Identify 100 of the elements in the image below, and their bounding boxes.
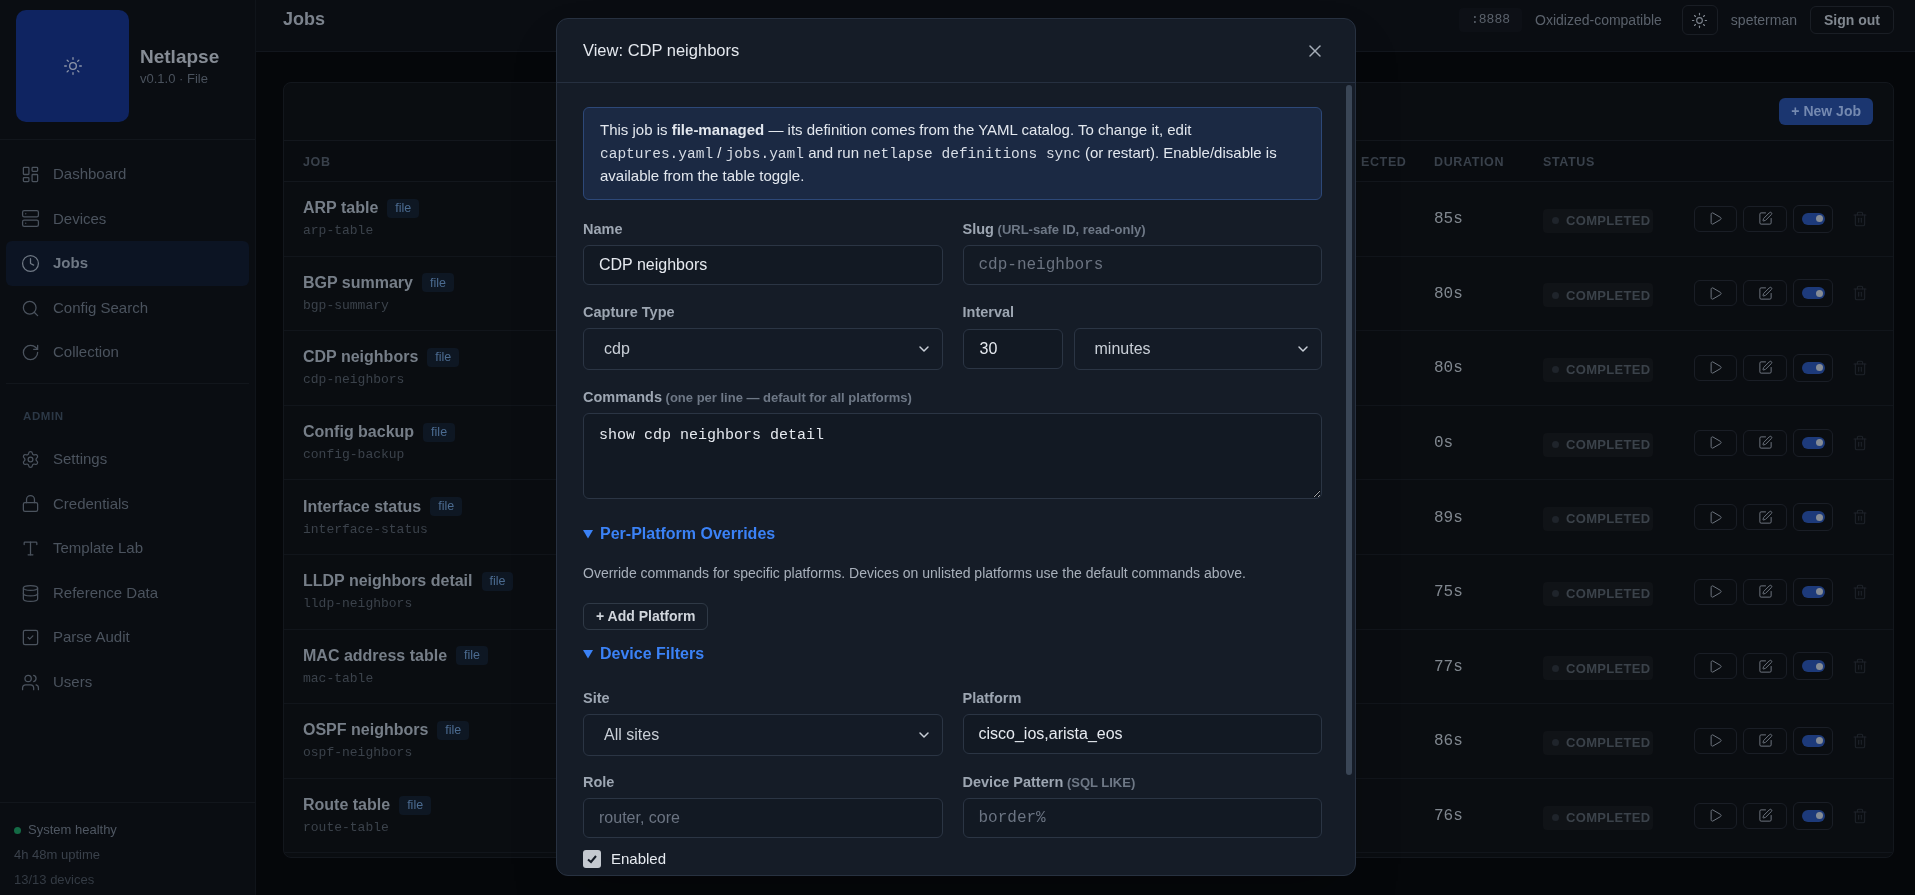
clock-icon <box>21 254 40 273</box>
section-toggle[interactable]: Per-Platform Overrides <box>583 522 776 545</box>
duration-value: 80s <box>1434 284 1463 303</box>
section-toggle[interactable]: Device Filters <box>583 642 705 665</box>
pattern-field[interactable]: border% <box>962 797 1322 838</box>
run-button[interactable] <box>1694 578 1737 605</box>
edit-button[interactable] <box>1743 355 1787 381</box>
logo-icon <box>16 10 129 122</box>
select-field[interactable]: All sites <box>583 713 943 756</box>
run-button[interactable] <box>1694 429 1737 456</box>
play-icon <box>1708 733 1723 749</box>
duration-value: 0s <box>1434 434 1454 453</box>
edit-button[interactable] <box>1743 280 1787 307</box>
file-tag: file <box>427 348 460 367</box>
play-icon <box>1708 360 1723 376</box>
trash-icon <box>1852 583 1868 600</box>
run-button[interactable] <box>1694 802 1737 829</box>
edit-button[interactable] <box>1743 205 1787 232</box>
file-tag: file <box>437 720 470 740</box>
delete-button[interactable] <box>1851 582 1869 601</box>
enable-toggle-button[interactable] <box>1793 577 1833 606</box>
delete-button[interactable] <box>1851 284 1869 303</box>
enable-toggle-button[interactable] <box>1793 726 1833 755</box>
enable-toggle-button[interactable] <box>1793 801 1833 830</box>
nav-item[interactable]: Settings <box>6 436 249 482</box>
job-slug: lldp-neighbors <box>303 596 413 613</box>
delete-button[interactable] <box>1851 359 1869 377</box>
text-field[interactable]: router, core <box>583 797 943 838</box>
job-slug: cdp-neighbors <box>303 372 405 389</box>
column-header: JOB <box>303 155 331 169</box>
name-field[interactable]: CDP neighbors <box>583 244 943 285</box>
run-button[interactable] <box>1694 727 1737 754</box>
duration-value: 77s <box>1434 657 1463 676</box>
edit-button[interactable] <box>1743 504 1787 531</box>
run-button[interactable] <box>1694 355 1737 381</box>
sign-out-button[interactable]: Sign out <box>1810 6 1894 34</box>
nav-item[interactable]: Template Lab <box>6 526 249 571</box>
interval-field[interactable]: 30 <box>962 328 1063 369</box>
edit-button[interactable] <box>1743 727 1787 754</box>
job-slug: bgp-summary <box>303 297 389 314</box>
field-label: Capture Type <box>583 303 675 321</box>
run-button[interactable] <box>1694 653 1737 680</box>
delete-button[interactable] <box>1851 657 1869 676</box>
delete-button[interactable] <box>1851 508 1869 527</box>
nav-item[interactable]: Parse Audit <box>6 615 249 660</box>
run-button[interactable] <box>1694 205 1737 232</box>
job-name: Config backup <box>303 422 415 443</box>
nav-item[interactable]: Dashboard <box>6 152 249 197</box>
job-name: Route table <box>303 795 391 816</box>
edit-icon <box>1757 509 1773 525</box>
page-title: Jobs <box>283 8 325 30</box>
nav-item[interactable]: Users <box>6 659 249 705</box>
trash-icon <box>1852 434 1868 451</box>
modal-title: View: CDP neighbors <box>583 40 740 62</box>
new-job-button[interactable]: + New Job <box>1779 98 1873 125</box>
delete-button[interactable] <box>1851 433 1869 452</box>
play-icon <box>1708 435 1723 451</box>
edit-button[interactable] <box>1743 653 1787 680</box>
commands-textarea[interactable]: show cdp neighbors detail <box>583 412 1322 499</box>
enable-toggle-button[interactable] <box>1793 279 1833 308</box>
file-tag: file <box>387 198 420 218</box>
delete-button[interactable] <box>1851 731 1869 750</box>
port-badge: :8888 <box>1459 8 1522 32</box>
duration-value: 76s <box>1434 807 1463 826</box>
interval-unit-select[interactable]: minutes <box>1073 327 1322 370</box>
trash-icon <box>1852 658 1868 675</box>
nav-item[interactable]: Reference Data <box>6 570 249 616</box>
add-platform-button[interactable]: + Add Platform <box>583 602 709 630</box>
nav-item[interactable]: Collection <box>6 330 249 375</box>
enable-toggle-button[interactable] <box>1793 428 1833 457</box>
trash-icon <box>1852 360 1868 376</box>
edit-button[interactable] <box>1743 802 1787 829</box>
run-button[interactable] <box>1694 280 1737 307</box>
edit-button[interactable] <box>1743 578 1787 605</box>
health-status: System healthy <box>28 821 117 839</box>
nav-item[interactable]: Credentials <box>6 481 249 527</box>
field-label: Site <box>583 689 610 707</box>
file-tag: file <box>399 795 432 815</box>
column-header: DURATION <box>1434 155 1505 169</box>
mode-label: Oxidized-compatible <box>1535 10 1662 30</box>
enable-toggle-button[interactable] <box>1793 354 1833 382</box>
nav-item[interactable]: Devices <box>6 196 249 242</box>
enable-toggle-button[interactable] <box>1793 204 1833 233</box>
play-icon <box>1708 808 1723 824</box>
nav-item[interactable]: Jobs <box>6 241 249 286</box>
enabled-checkbox[interactable] <box>583 849 601 868</box>
scrollbar-thumb[interactable] <box>1346 85 1352 775</box>
enable-toggle-button[interactable] <box>1793 503 1833 532</box>
column-header: STATUS <box>1543 155 1595 169</box>
text-field[interactable]: cisco_ios,arista_eos <box>962 713 1322 754</box>
info-notice: This job is file-managed — its definition comes from the YAML catalog. To change it, edit captures.yaml / jobs.yaml and run netlapse definitions sync (or restart). Enable/disable is available from the table toggle. <box>583 107 1322 200</box>
job-name: CDP neighbors <box>303 347 419 368</box>
database-icon <box>21 583 40 603</box>
capture-type-select[interactable]: cdp <box>583 327 943 370</box>
edit-button[interactable] <box>1743 429 1787 456</box>
field-label: Name <box>583 220 623 238</box>
theme-toggle-button[interactable] <box>1681 5 1718 35</box>
enable-toggle-button[interactable] <box>1793 652 1833 681</box>
nav-item[interactable]: Config Search <box>6 285 249 331</box>
run-button[interactable] <box>1694 504 1737 531</box>
